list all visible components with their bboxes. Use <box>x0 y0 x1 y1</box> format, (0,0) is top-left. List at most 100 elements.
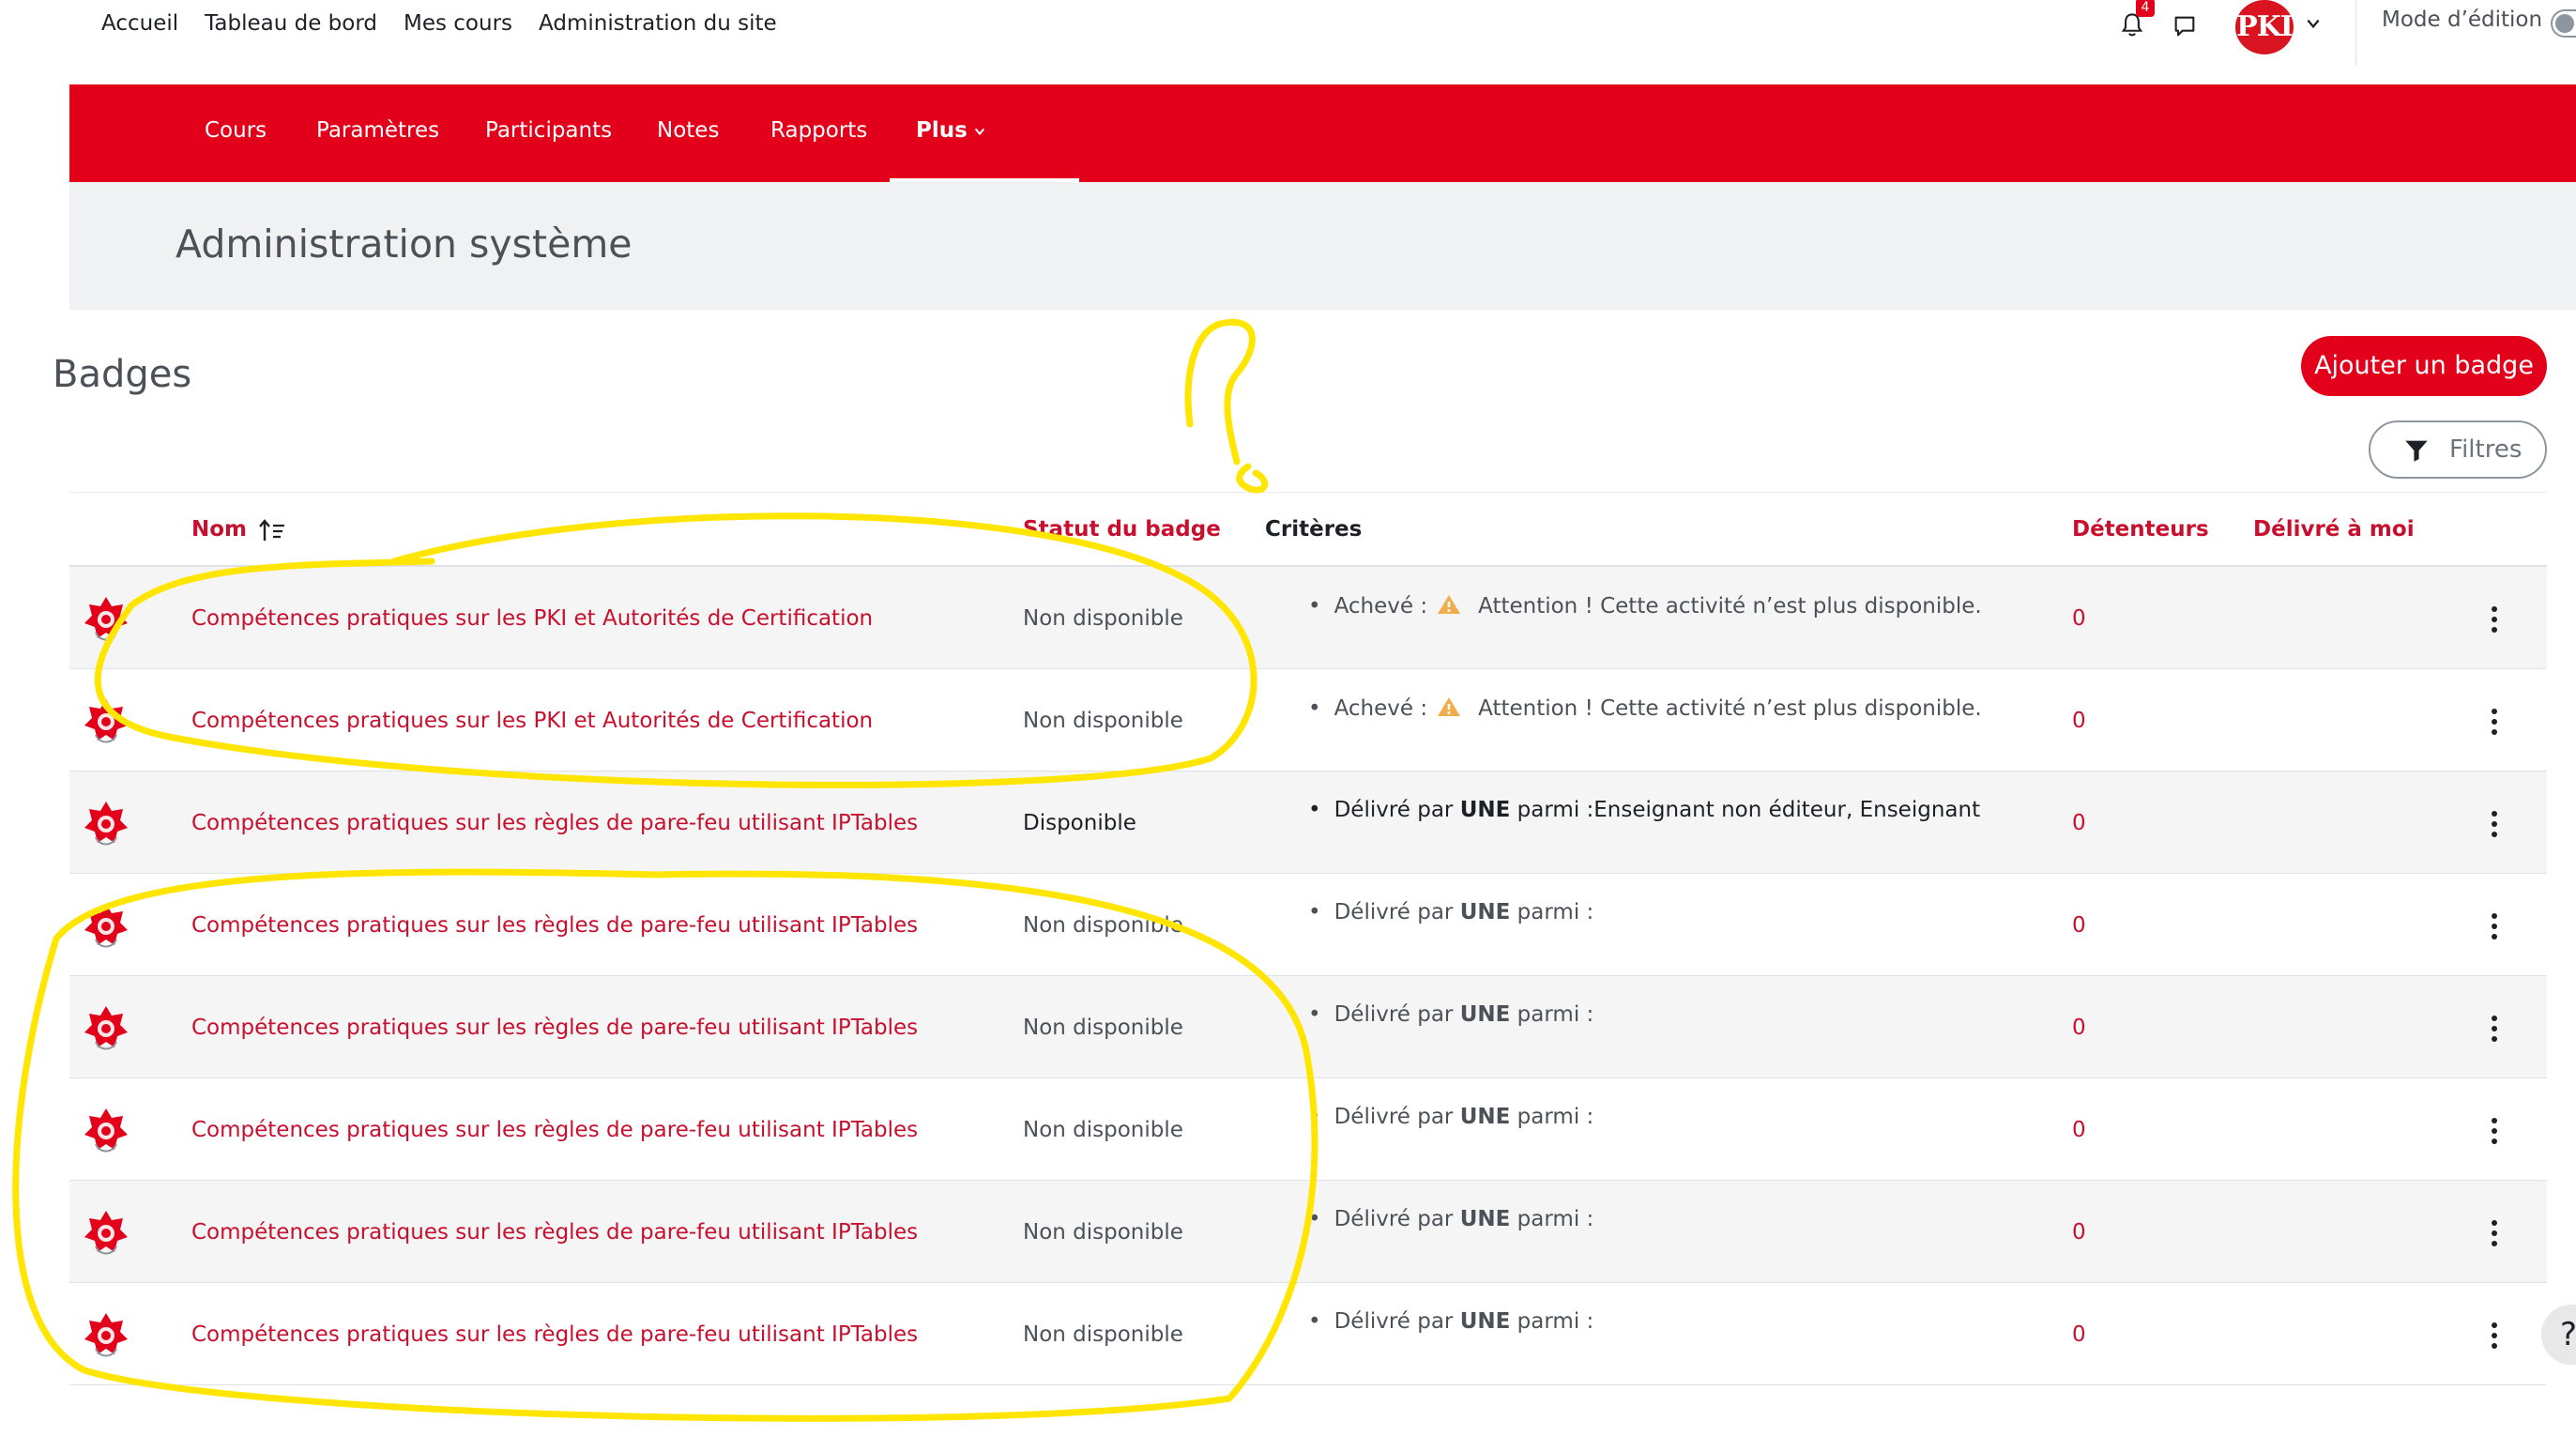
primary-nav: Accueil Tableau de bord Mes cours Admini… <box>101 11 777 36</box>
badge-status: Non disponible <box>1023 709 1183 733</box>
column-header-criteria: Critères <box>1265 517 1363 542</box>
annotation-question-mark <box>1184 318 1268 494</box>
filters-button[interactable]: Filtres <box>2369 420 2547 479</box>
badge-name-link[interactable]: Compétences pratiques sur les règles de … <box>191 1322 918 1347</box>
badge-name-link[interactable]: Compétences pratiques sur les PKI et Aut… <box>191 606 873 631</box>
table-row: Compétences pratiques sur les règles de … <box>69 1181 2547 1283</box>
column-header-name-label: Nom <box>191 517 248 542</box>
badges-table: Nom Statut du badge Critères Détenteurs … <box>69 492 2547 1385</box>
kebab-menu-icon[interactable] <box>2489 1321 2500 1351</box>
badge-criteria: • Délivré par UNE parmi : <box>1308 1309 1594 1334</box>
criteria-prefix: Délivré par <box>1334 1105 1454 1129</box>
column-header-delivered-to-me[interactable]: Délivré à moi <box>2253 517 2415 542</box>
criteria-prefix: Délivré par <box>1334 1207 1454 1231</box>
criteria-label: Achevé : <box>1334 594 1428 619</box>
badge-holders-count[interactable]: 0 <box>2072 913 2086 938</box>
kebab-menu-icon[interactable] <box>2489 1014 2500 1044</box>
warning-icon <box>1438 595 1461 614</box>
badge-holders-count[interactable]: 0 <box>2072 1016 2086 1040</box>
criteria-bold: UNE <box>1459 1002 1511 1027</box>
kebab-menu-icon[interactable] <box>2489 1116 2500 1146</box>
add-badge-button[interactable]: Ajouter un badge <box>2301 336 2547 396</box>
table-row: Compétences pratiques sur les PKI et Aut… <box>69 669 2547 771</box>
criteria-prefix: Délivré par <box>1334 900 1454 924</box>
criteria-bold: UNE <box>1459 798 1511 822</box>
tab-settings[interactable]: Paramètres <box>316 118 439 143</box>
badge-holders-count[interactable]: 0 <box>2072 1118 2086 1142</box>
badge-icon <box>84 597 128 641</box>
badge-status: Non disponible <box>1023 1016 1183 1040</box>
criteria-suffix: parmi : <box>1517 1207 1594 1231</box>
column-header-holders[interactable]: Détenteurs <box>2072 517 2209 542</box>
badge-holders-count[interactable]: 0 <box>2072 606 2086 631</box>
criteria-suffix: parmi :Enseignant non éditeur, Enseignan… <box>1517 798 1981 822</box>
badge-status: Non disponible <box>1023 1220 1183 1245</box>
badge-name-link[interactable]: Compétences pratiques sur les règles de … <box>191 913 918 938</box>
badge-icon <box>84 1108 128 1153</box>
tab-participants[interactable]: Participants <box>485 118 612 143</box>
badge-icon <box>84 1211 128 1255</box>
badge-holders-count[interactable]: 0 <box>2072 709 2086 733</box>
kebab-menu-icon[interactable] <box>2489 809 2500 839</box>
tab-reports[interactable]: Rapports <box>770 118 867 143</box>
criteria-prefix: Délivré par <box>1334 1309 1454 1334</box>
nav-link-dashboard[interactable]: Tableau de bord <box>205 11 377 36</box>
badge-name-link[interactable]: Compétences pratiques sur les règles de … <box>191 1220 918 1245</box>
column-header-name[interactable]: Nom <box>191 517 286 542</box>
table-row: Compétences pratiques sur les règles de … <box>69 976 2547 1078</box>
notification-count-badge: 4 <box>2136 0 2155 17</box>
column-header-status[interactable]: Statut du badge <box>1023 517 1221 542</box>
badge-name-link[interactable]: Compétences pratiques sur les règles de … <box>191 1016 918 1040</box>
tab-more[interactable]: Plus <box>916 118 986 143</box>
edit-mode-label: Mode d’édition <box>2382 8 2543 32</box>
badge-status: Non disponible <box>1023 1322 1183 1347</box>
badge-name-link[interactable]: Compétences pratiques sur les règles de … <box>191 1118 918 1142</box>
badge-icon <box>84 904 128 948</box>
criteria-text: Attention ! Cette activité n’est plus di… <box>1478 594 1982 619</box>
badge-status: Disponible <box>1023 811 1136 835</box>
criteria-bold: UNE <box>1459 1105 1511 1129</box>
table-row: Compétences pratiques sur les règles de … <box>69 1078 2547 1181</box>
filter-icon <box>2405 440 2428 462</box>
page-title: Administration système <box>175 222 633 267</box>
criteria-suffix: parmi : <box>1517 1002 1594 1027</box>
badge-icon <box>84 802 128 846</box>
kebab-menu-icon[interactable] <box>2489 604 2500 634</box>
badge-holders-count[interactable]: 0 <box>2072 1220 2086 1245</box>
badge-name-link[interactable]: Compétences pratiques sur les PKI et Aut… <box>191 709 873 733</box>
nav-link-my-courses[interactable]: Mes cours <box>404 11 512 36</box>
badge-name-link[interactable]: Compétences pratiques sur les règles de … <box>191 811 918 835</box>
navbar-divider <box>2355 0 2356 66</box>
avatar[interactable]: PKI <box>2235 0 2294 54</box>
badge-status: Non disponible <box>1023 606 1183 631</box>
criteria-bold: UNE <box>1459 1207 1511 1231</box>
badge-criteria: • Délivré par UNE parmi : <box>1308 1207 1594 1231</box>
badge-holders-count[interactable]: 0 <box>2072 1322 2086 1347</box>
table-header: Nom Statut du badge Critères Détenteurs … <box>69 492 2547 567</box>
chat-icon[interactable] <box>2172 13 2198 39</box>
nav-link-site-admin[interactable]: Administration du site <box>539 11 777 36</box>
badge-holders-count[interactable]: 0 <box>2072 811 2086 835</box>
help-icon: ? <box>2560 1316 2576 1353</box>
course-secondary-nav: Cours Paramètres Participants Notes Rapp… <box>69 84 2576 182</box>
badge-criteria: • Délivré par UNE parmi : <box>1308 900 1594 924</box>
badge-icon <box>84 699 128 743</box>
criteria-suffix: parmi : <box>1517 1309 1594 1334</box>
criteria-bold: UNE <box>1459 900 1511 924</box>
sort-icon[interactable] <box>258 518 286 542</box>
table-row: Compétences pratiques sur les PKI et Aut… <box>69 567 2547 669</box>
badge-criteria: • Délivré par UNE parmi : <box>1308 1105 1594 1129</box>
chevron-down-icon[interactable] <box>2305 15 2322 32</box>
nav-link-home[interactable]: Accueil <box>101 11 178 36</box>
page-header: Administration système <box>69 182 2576 310</box>
tab-grades[interactable]: Notes <box>657 118 719 143</box>
badge-status: Non disponible <box>1023 913 1183 938</box>
kebab-menu-icon[interactable] <box>2489 911 2500 941</box>
edit-mode-toggle[interactable] <box>2551 9 2576 38</box>
kebab-menu-icon[interactable] <box>2489 707 2500 737</box>
criteria-suffix: parmi : <box>1517 1105 1594 1129</box>
tab-course[interactable]: Cours <box>205 118 267 143</box>
filters-label: Filtres <box>2449 435 2523 464</box>
kebab-menu-icon[interactable] <box>2489 1218 2500 1248</box>
section-title: Badges <box>53 353 192 396</box>
